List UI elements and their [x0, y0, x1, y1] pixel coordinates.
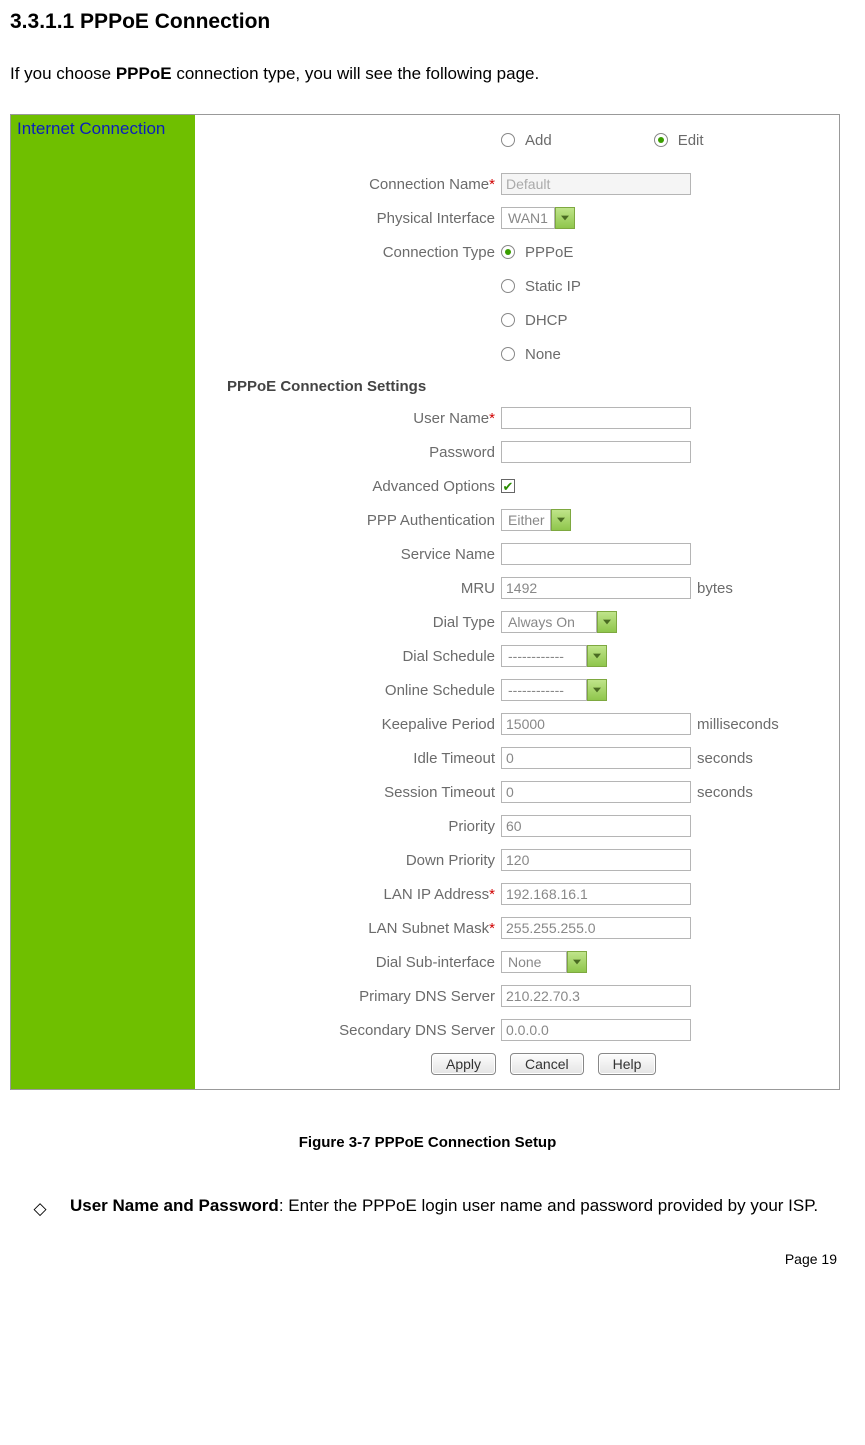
description-term: User Name and Password: [70, 1196, 279, 1215]
conn-type-dhcp-radio[interactable]: [501, 313, 515, 327]
description-text: User Name and Password: Enter the PPPoE …: [70, 1187, 845, 1224]
advanced-options-label: Advanced Options: [205, 478, 501, 495]
description-body: : Enter the PPPoE login user name and pa…: [279, 1196, 818, 1215]
online-schedule-select[interactable]: ------------: [501, 679, 607, 701]
description-item: ◇ User Name and Password: Enter the PPPo…: [10, 1187, 845, 1227]
edit-label: Edit: [674, 132, 704, 149]
conn-type-dhcp-label: DHCP: [521, 312, 568, 329]
dial-schedule-label: Dial Schedule: [205, 648, 501, 665]
ppp-auth-select[interactable]: Either: [501, 509, 571, 531]
connection-name-input[interactable]: [501, 173, 691, 195]
mru-unit: bytes: [697, 580, 733, 597]
chevron-down-icon: [587, 645, 607, 667]
session-timeout-input[interactable]: [501, 781, 691, 803]
dial-type-select[interactable]: Always On: [501, 611, 617, 633]
conn-type-none-radio[interactable]: [501, 347, 515, 361]
dial-schedule-value: ------------: [501, 645, 587, 667]
chevron-down-icon: [597, 611, 617, 633]
apply-button[interactable]: Apply: [431, 1053, 496, 1075]
intro-pre: If you choose: [10, 64, 116, 83]
conn-type-none-label: None: [521, 346, 561, 363]
intro-text: If you choose PPPoE connection type, you…: [10, 64, 845, 84]
page-number: Page 19: [10, 1251, 845, 1267]
lan-mask-label: LAN Subnet Mask: [368, 920, 489, 937]
idle-timeout-unit: seconds: [697, 750, 753, 767]
down-priority-input[interactable]: [501, 849, 691, 871]
priority-input[interactable]: [501, 815, 691, 837]
physical-interface-select[interactable]: WAN1: [501, 207, 575, 229]
bullet-icon: ◇: [10, 1187, 70, 1227]
lan-ip-input[interactable]: [501, 883, 691, 905]
down-priority-label: Down Priority: [205, 852, 501, 869]
add-radio[interactable]: [501, 133, 515, 147]
session-timeout-label: Session Timeout: [205, 784, 501, 801]
intro-bold: PPPoE: [116, 64, 172, 83]
section-heading: 3.3.1.1 PPPoE Connection: [10, 10, 845, 34]
user-name-label: User Name: [413, 410, 489, 427]
dial-subif-value: None: [501, 951, 567, 973]
dial-type-value: Always On: [501, 611, 597, 633]
advanced-options-checkbox[interactable]: ✔: [501, 479, 515, 493]
mru-input[interactable]: [501, 577, 691, 599]
conn-type-static-label: Static IP: [521, 278, 581, 295]
idle-timeout-input[interactable]: [501, 747, 691, 769]
physical-interface-value: WAN1: [501, 207, 555, 229]
idle-timeout-label: Idle Timeout: [205, 750, 501, 767]
lan-mask-input[interactable]: [501, 917, 691, 939]
password-input[interactable]: [501, 441, 691, 463]
connection-type-label: Connection Type: [205, 244, 501, 261]
dial-type-label: Dial Type: [205, 614, 501, 631]
help-button[interactable]: Help: [598, 1053, 657, 1075]
service-name-label: Service Name: [205, 546, 501, 563]
chevron-down-icon: [587, 679, 607, 701]
chevron-down-icon: [551, 509, 571, 531]
add-label: Add: [521, 132, 552, 149]
priority-label: Priority: [205, 818, 501, 835]
keepalive-input[interactable]: [501, 713, 691, 735]
secondary-dns-label: Secondary DNS Server: [205, 1022, 501, 1039]
dial-schedule-select[interactable]: ------------: [501, 645, 607, 667]
screenshot-panel: Internet Connection Add Edit Connection …: [10, 114, 840, 1090]
edit-radio[interactable]: [654, 133, 668, 147]
primary-dns-label: Primary DNS Server: [205, 988, 501, 1005]
service-name-input[interactable]: [501, 543, 691, 565]
sidebar: Internet Connection: [11, 115, 195, 1089]
physical-interface-label: Physical Interface: [205, 210, 501, 227]
intro-post: connection type, you will see the follow…: [172, 64, 540, 83]
keepalive-unit: milliseconds: [697, 716, 779, 733]
connection-name-label: Connection Name: [369, 176, 489, 193]
figure-caption: Figure 3-7 PPPoE Connection Setup: [10, 1134, 845, 1151]
conn-type-pppoe-radio[interactable]: [501, 245, 515, 259]
password-label: Password: [205, 444, 501, 461]
user-name-input[interactable]: [501, 407, 691, 429]
cancel-button[interactable]: Cancel: [510, 1053, 584, 1075]
pppoe-section-title: PPPoE Connection Settings: [205, 371, 829, 401]
conn-type-pppoe-label: PPPoE: [521, 244, 573, 261]
session-timeout-unit: seconds: [697, 784, 753, 801]
sidebar-title: Internet Connection: [17, 119, 165, 139]
dial-subif-label: Dial Sub-interface: [205, 954, 501, 971]
online-schedule-label: Online Schedule: [205, 682, 501, 699]
chevron-down-icon: [567, 951, 587, 973]
dial-subif-select[interactable]: None: [501, 951, 587, 973]
form-area: Add Edit Connection Name* Physical Inter…: [195, 115, 839, 1089]
conn-type-static-radio[interactable]: [501, 279, 515, 293]
ppp-auth-label: PPP Authentication: [205, 512, 501, 529]
ppp-auth-value: Either: [501, 509, 551, 531]
lan-ip-label: LAN IP Address: [384, 886, 490, 903]
online-schedule-value: ------------: [501, 679, 587, 701]
chevron-down-icon: [555, 207, 575, 229]
keepalive-label: Keepalive Period: [205, 716, 501, 733]
mru-label: MRU: [205, 580, 501, 597]
primary-dns-input[interactable]: [501, 985, 691, 1007]
secondary-dns-input[interactable]: [501, 1019, 691, 1041]
